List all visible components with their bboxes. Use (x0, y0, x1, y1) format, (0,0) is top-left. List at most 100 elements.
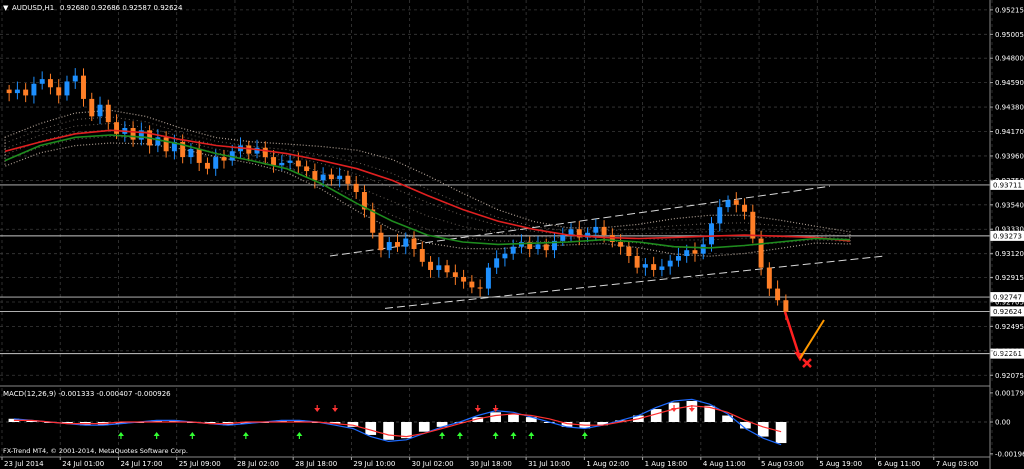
candle-body (502, 253, 508, 259)
candle-body (105, 104, 111, 123)
ohlc-readout: 0.92680 0.92686 0.92587 0.92624 (60, 4, 183, 12)
candle-body (684, 250, 690, 256)
macd-histogram-bar (418, 422, 430, 432)
candle-body (642, 264, 648, 268)
candle-body (114, 122, 120, 134)
time-tick-label: 23 Jul 2014 (4, 460, 44, 468)
macd-histogram-bar (383, 422, 394, 440)
price-tick-label: 0.92495 (995, 323, 1024, 331)
time-tick-label: 30 Jul 02:00 (412, 460, 454, 468)
price-tick-label: 0.94170 (995, 128, 1024, 136)
candle-body (709, 223, 714, 245)
candle-body (221, 157, 227, 161)
candle-body (419, 249, 425, 262)
chart-canvas: 0.937110.932730.927470.926240.92261 0.95… (0, 0, 1024, 469)
time-tick-label: 28 Jul 02:00 (237, 460, 279, 468)
candle-body (560, 235, 566, 241)
price-tick-label: 0.93540 (995, 201, 1024, 209)
price-tick-label: 0.93960 (995, 152, 1024, 160)
candle-body (287, 160, 293, 163)
candle-body (262, 147, 268, 158)
time-tick-label: 1 Aug 18:00 (645, 460, 688, 468)
candle-body (766, 267, 772, 289)
macd-tick-label: 0.001797 (995, 389, 1024, 397)
candle-body (81, 75, 86, 99)
candle-body (64, 81, 70, 96)
candle-body (39, 79, 45, 84)
candle-body (130, 128, 136, 140)
candle-body (717, 207, 723, 224)
time-tick-label: 4 Aug 11:00 (703, 460, 746, 468)
candle-body (411, 238, 417, 250)
price-tick-label: 0.94380 (995, 104, 1024, 112)
candle-body (279, 162, 285, 166)
candle-body (196, 148, 202, 163)
candle-body (494, 258, 500, 268)
time-tick-label: 5 Aug 19:00 (819, 460, 862, 468)
candle-body (345, 175, 351, 184)
time-tick-label: 24 Jul 17:00 (120, 460, 162, 468)
price-tick-label: 0.94590 (995, 79, 1024, 87)
candle-body (304, 166, 310, 172)
time-tick-label: 30 Jul 18:00 (470, 460, 512, 468)
candle-body (733, 200, 739, 205)
candle-body (328, 174, 334, 180)
candle-body (89, 98, 95, 117)
candle-body (568, 229, 574, 236)
candle-body (783, 300, 789, 312)
candle-body (378, 232, 384, 251)
candle-body (271, 157, 277, 166)
candle-body (353, 183, 359, 192)
macd-histogram-bar (757, 422, 769, 437)
candle-body (23, 89, 29, 96)
candle-body (626, 246, 632, 256)
price-tick-label: 0.92915 (995, 274, 1024, 282)
candle-body (14, 89, 20, 94)
candle-body (618, 242, 624, 247)
time-tick-label: 6 Aug 11:00 (878, 460, 921, 468)
macd-histogram-bar (775, 422, 787, 444)
candle-body (692, 250, 698, 254)
price-tick-label: 0.95005 (995, 31, 1024, 39)
candle-body (469, 281, 475, 288)
candle-body (97, 104, 103, 117)
symbol-triangle-icon[interactable]: ▼ (3, 4, 9, 12)
candle-body (155, 137, 161, 146)
candle-body (725, 200, 731, 208)
time-tick-label: 31 Jul 10:00 (528, 460, 570, 468)
candle-body (47, 79, 53, 88)
candle-body (204, 162, 210, 169)
macd-tick-label: -0.001966 (995, 450, 1024, 458)
candle-body (436, 265, 442, 270)
candle-body (667, 260, 673, 267)
candle-body (386, 242, 392, 251)
candle-body (452, 272, 458, 277)
time-tick-label: 28 Jul 18:00 (295, 460, 337, 468)
candle-body (675, 256, 681, 261)
price-tick-label: 0.93750 (995, 177, 1024, 185)
candle-body (601, 226, 607, 236)
candle-body (403, 238, 409, 247)
candle-body (543, 244, 549, 251)
candle-body (56, 87, 62, 96)
candle-body (444, 265, 450, 273)
symbol-label: AUDUSD,H1 (12, 4, 54, 12)
candle-body (477, 287, 483, 289)
time-tick-label: 1 Aug 02:00 (586, 460, 629, 468)
macd-histogram-bar (508, 413, 519, 422)
candle-body (213, 157, 219, 169)
watermark-text: FX-Trend MT4, © 2001-2014, MetaQuotes So… (3, 447, 188, 455)
macd-histogram-bar (490, 412, 501, 422)
candle-body (651, 264, 657, 270)
candle-body (337, 175, 343, 180)
candle-body (163, 137, 169, 152)
time-tick-label: 5 Aug 03:00 (761, 460, 804, 468)
candle-body (742, 204, 748, 212)
time-tick-label: 24 Jul 01:00 (62, 460, 104, 468)
candle-body (659, 266, 665, 270)
price-tick-label: 0.92075 (995, 372, 1024, 380)
candle-body (428, 261, 434, 270)
macd-label: MACD(12,26,9) -0.001333 -0.000407 -0.000… (3, 390, 171, 398)
price-tick-label: 0.93120 (995, 250, 1024, 258)
candle-body (320, 174, 326, 181)
